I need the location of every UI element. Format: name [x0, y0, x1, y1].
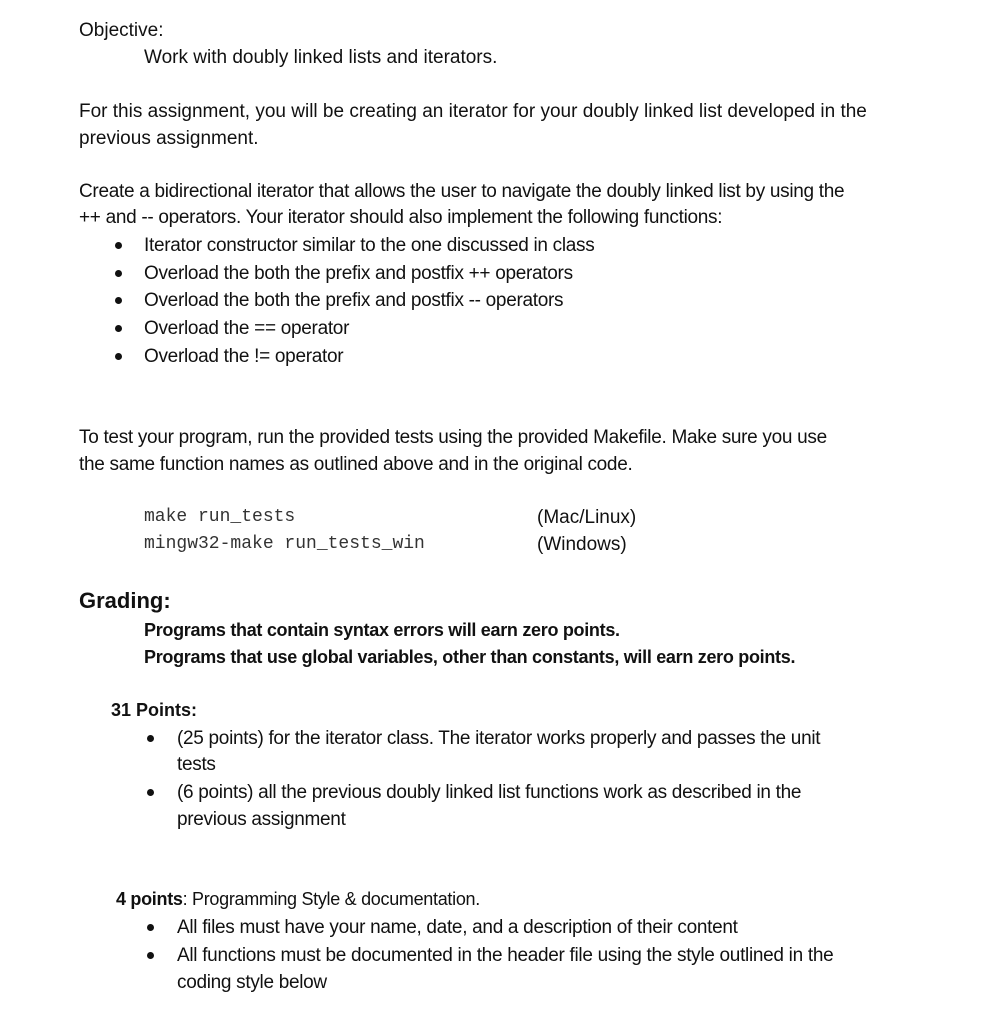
command-windows: mingw32-make run_tests_win — [144, 534, 425, 554]
list-item-continuation: previous assignment — [177, 809, 346, 830]
list-item: (6 points) all the previous doubly linke… — [177, 782, 802, 803]
testing-line-2: the same function names as outlined abov… — [79, 454, 633, 475]
requirements-line-2: ++ and -- operators. Your iterator shoul… — [79, 207, 723, 228]
grading-heading: Grading: — [79, 588, 171, 613]
objective-text: Work with doubly linked lists and iterat… — [144, 47, 498, 68]
command-mac-linux: make run_tests — [144, 507, 296, 527]
style-section-title: : Programming Style & documentation. — [182, 889, 481, 909]
points-section-heading: 31 Points: — [111, 700, 198, 720]
intro-line-1: For this assignment, you will be creatin… — [79, 101, 867, 122]
grading-rule-1: Programs that contain syntax errors will… — [144, 620, 620, 640]
bullet-icon — [115, 353, 122, 360]
style-section-heading: 4 points: Programming Style & documentat… — [116, 890, 480, 908]
platform-mac-linux: (Mac/Linux) — [537, 507, 637, 528]
bullet-icon — [147, 789, 154, 796]
list-item-continuation: coding style below — [177, 972, 327, 993]
bullet-icon — [115, 242, 122, 249]
list-item: All functions must be documented in the … — [177, 945, 834, 966]
list-item: Overload the != operator — [144, 346, 344, 367]
intro-line-2: previous assignment. — [79, 128, 259, 149]
bullet-icon — [115, 297, 122, 304]
bullet-icon — [147, 735, 154, 742]
requirements-line-1: Create a bidirectional iterator that all… — [79, 181, 845, 202]
list-item: (25 points) for the iterator class. The … — [177, 728, 821, 749]
list-item: All files must have your name, date, and… — [177, 917, 738, 938]
list-item: Overload the == operator — [144, 318, 350, 339]
objective-heading: Objective: — [79, 20, 164, 41]
list-item-continuation: tests — [177, 754, 216, 775]
grading-rule-2: Programs that use global variables, othe… — [144, 647, 796, 667]
bullet-icon — [115, 325, 122, 332]
list-item: Overload the both the prefix and postfix… — [144, 290, 564, 311]
list-item: Iterator constructor similar to the one … — [144, 235, 595, 256]
bullet-icon — [147, 924, 154, 931]
bullet-icon — [147, 952, 154, 959]
list-item: Overload the both the prefix and postfix… — [144, 263, 573, 284]
bullet-icon — [115, 270, 122, 277]
style-points-label: 4 points — [116, 889, 183, 909]
platform-windows: (Windows) — [537, 534, 627, 555]
testing-line-1: To test your program, run the provided t… — [79, 427, 827, 448]
